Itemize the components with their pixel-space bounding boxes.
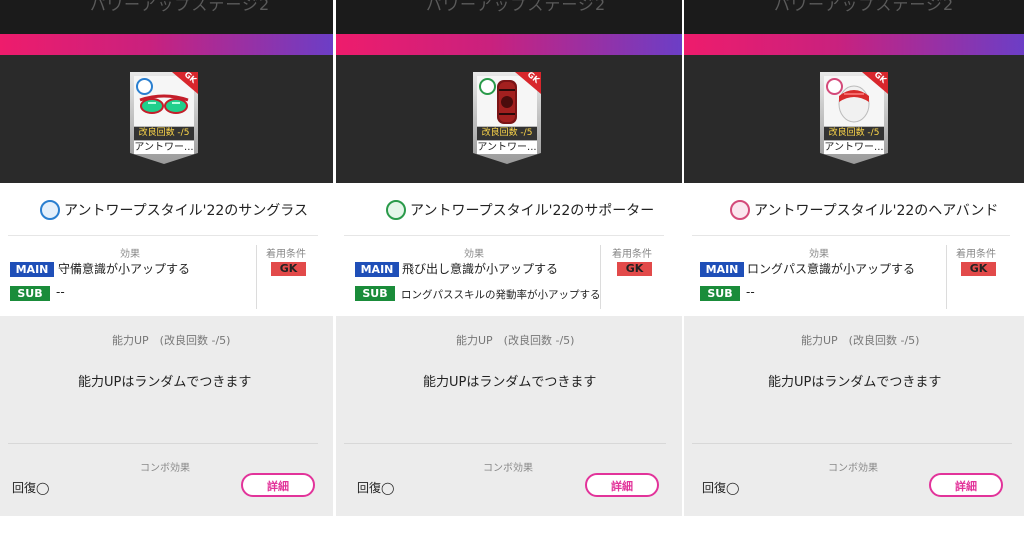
main-badge: MAIN — [355, 262, 399, 277]
main-badge: MAIN — [700, 262, 744, 277]
condition-value: GK — [961, 262, 996, 276]
card-position: GK — [872, 69, 889, 86]
equipment-card[interactable]: GK 改良回数 -/5 アントワー... — [130, 72, 198, 164]
card-position: GK — [525, 69, 542, 86]
leg-gear-icon — [386, 200, 406, 220]
detail-button[interactable]: 詳細 — [929, 473, 1003, 497]
stage-header-text: パワーアップステージ2 — [426, 0, 607, 14]
main-effect-text: 飛び出し意識が小アップする — [402, 262, 559, 276]
condition-value: GK — [271, 262, 306, 276]
item-title: アントワープスタイル'22のサポーター — [386, 200, 654, 222]
gradient-stripe — [0, 34, 333, 55]
ability-up-text: 能力UPはランダムでつきます — [78, 375, 252, 390]
main-effect-text: 守備意識が小アップする — [58, 262, 191, 276]
ability-up-text: 能力UPはランダムでつきます — [423, 375, 597, 390]
combo-label: コンボ効果 — [140, 463, 190, 474]
card-kaizen: 改良回数 -/5 — [824, 127, 884, 140]
condition-label: 着用条件 — [266, 249, 306, 260]
equipment-card[interactable]: GK 改良回数 -/5 アントワー... — [820, 72, 888, 164]
card-kaizen: 改良回数 -/5 — [134, 127, 194, 140]
item-title-text: アントワープスタイル'22のサングラス — [64, 203, 308, 219]
card-name: アントワー... — [824, 141, 884, 154]
divider — [344, 443, 666, 444]
sub-effect-text: -- — [56, 285, 65, 299]
gradient-stripe — [336, 34, 682, 55]
combo-value: 回復◯ — [702, 481, 740, 495]
equipment-card[interactable]: GK 改良回数 -/5 アントワー... — [473, 72, 541, 164]
equipment-panel-3: パワーアップステージ2 GK 改良回数 -/5 アントワー... アントワープス… — [684, 0, 1024, 537]
column-divider — [946, 245, 947, 309]
top-bar: パワーアップステージ2 — [336, 0, 682, 34]
detail-button[interactable]: 詳細 — [585, 473, 659, 497]
main-effect-text: ロングパス意識が小アップする — [747, 262, 916, 276]
stage-header-text: パワーアップステージ2 — [774, 0, 955, 14]
top-bar: パワーアップステージ2 — [0, 0, 333, 34]
top-bar: パワーアップステージ2 — [684, 0, 1024, 34]
ability-up-label: 能力UP (改良回数 -/5) — [112, 334, 231, 347]
equipment-panel-1: パワーアップステージ2 GK 改良回数 -/5 アントワー... アントワープス… — [0, 0, 333, 537]
item-title: アントワープスタイル'22のヘアバンド — [730, 200, 998, 222]
divider — [8, 443, 318, 444]
divider — [692, 443, 1012, 444]
combo-value: 回復◯ — [12, 481, 50, 495]
card-position: GK — [182, 69, 199, 86]
sub-badge: SUB — [355, 286, 395, 301]
sub-badge: SUB — [10, 286, 50, 301]
divider — [344, 235, 664, 236]
equipment-panel-2: パワーアップステージ2 GK 改良回数 -/5 アントワー... アントワープス… — [336, 0, 682, 537]
card-kaizen: 改良回数 -/5 — [477, 127, 537, 140]
gradient-stripe — [684, 34, 1024, 55]
shirt-icon — [136, 78, 153, 95]
card-name: アントワー... — [134, 141, 194, 154]
ability-up-label: 能力UP (改良回数 -/5) — [456, 334, 575, 347]
effect-label: 効果 — [464, 249, 484, 260]
effect-label: 効果 — [120, 249, 140, 260]
combo-value: 回復◯ — [357, 481, 395, 495]
item-title: アントワープスタイル'22のサングラス — [40, 200, 308, 222]
combo-label: コンボ効果 — [828, 463, 878, 474]
detail-button[interactable]: 詳細 — [241, 473, 315, 497]
divider — [8, 235, 318, 236]
condition-label: 着用条件 — [956, 249, 996, 260]
ability-up-label: 能力UP (改良回数 -/5) — [801, 334, 920, 347]
shirt-icon — [40, 200, 60, 220]
stage-header-text: パワーアップステージ2 — [90, 0, 271, 14]
head-gear-icon — [826, 78, 843, 95]
combo-label: コンボ効果 — [483, 463, 533, 474]
column-divider — [256, 245, 257, 309]
head-gear-icon — [730, 200, 750, 220]
item-title-text: アントワープスタイル'22のヘアバンド — [754, 203, 999, 219]
main-badge: MAIN — [10, 262, 54, 277]
ability-up-text: 能力UPはランダムでつきます — [768, 375, 942, 390]
effect-label: 効果 — [809, 249, 829, 260]
sub-badge: SUB — [700, 286, 740, 301]
condition-label: 着用条件 — [612, 249, 652, 260]
item-title-text: アントワープスタイル'22のサポーター — [410, 203, 655, 219]
sub-effect-text: ロングパススキルの発動率が小アップする — [401, 289, 601, 301]
divider — [692, 235, 1010, 236]
condition-value: GK — [617, 262, 652, 276]
leg-gear-icon — [479, 78, 496, 95]
sub-effect-text: -- — [746, 285, 755, 299]
card-name: アントワー... — [477, 141, 537, 154]
